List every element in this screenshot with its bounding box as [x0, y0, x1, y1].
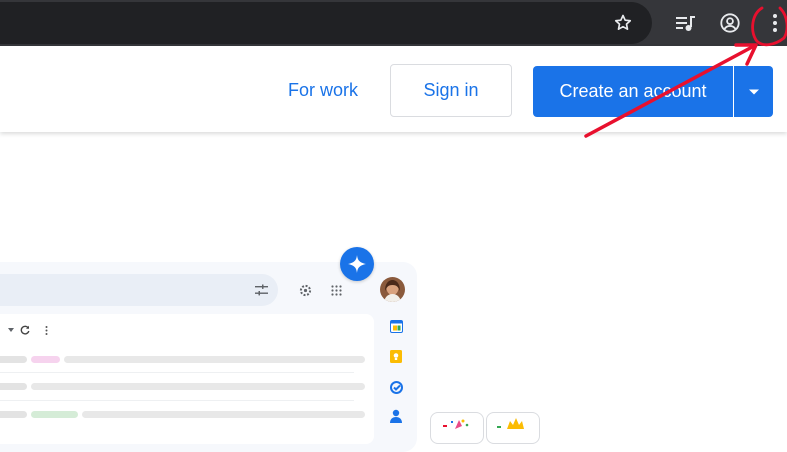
sticker-crown [486, 412, 540, 444]
list-item-label [31, 411, 78, 418]
list-item-sender [0, 356, 27, 363]
more-vert-icon [42, 324, 50, 336]
profile-icon[interactable] [715, 8, 745, 38]
refresh-icon [19, 324, 31, 336]
list-divider [0, 372, 354, 373]
sign-in-button[interactable]: Sign in [390, 64, 512, 117]
contacts-icon [388, 408, 404, 424]
list-item-sender [0, 411, 27, 418]
media-control-icon[interactable] [670, 8, 700, 38]
list-divider [0, 400, 354, 401]
kebab-menu-icon[interactable] [760, 8, 787, 38]
list-item-subject [82, 411, 365, 418]
caret-down-icon [748, 89, 759, 94]
create-account-button[interactable]: Create an account [533, 66, 733, 117]
avatar [380, 277, 405, 302]
list-item-label [31, 356, 60, 363]
preview-message-list [0, 314, 374, 444]
caret-down-icon [7, 326, 15, 334]
sparkle-icon [340, 247, 374, 281]
site-header: For work Sign in Create an account [0, 46, 787, 132]
for-work-link[interactable]: For work [280, 72, 366, 108]
settings-icon [298, 283, 312, 297]
list-item-subject [64, 356, 365, 363]
filter-icon [254, 283, 268, 297]
sticker-celebration [430, 412, 484, 444]
preview-search-bar [0, 274, 278, 306]
browser-toolbar [0, 0, 787, 46]
list-item-sender [0, 383, 27, 390]
tasks-icon [388, 379, 404, 395]
apps-grid-icon [329, 283, 343, 297]
address-bar[interactable] [0, 2, 652, 44]
list-item-subject [31, 383, 365, 390]
create-account-dropdown[interactable] [734, 66, 773, 117]
calendar-icon [388, 318, 404, 334]
keep-icon [388, 348, 404, 364]
star-icon[interactable] [608, 8, 638, 38]
